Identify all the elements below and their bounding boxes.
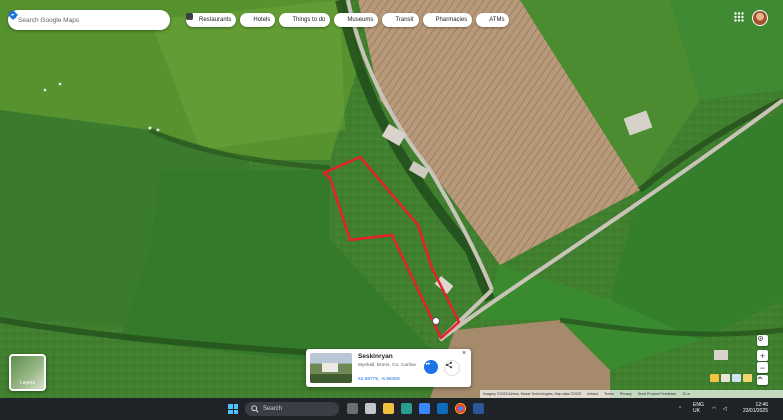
satellite-map[interactable]: Search Google Maps Restaurants Hotels Th… xyxy=(0,0,783,398)
chip-pharmacies[interactable]: Pharmacies xyxy=(186,13,473,27)
category-chips: Restaurants Hotels Things to do Museums … xyxy=(186,13,510,27)
account-avatar[interactable] xyxy=(752,10,768,26)
edge-icon[interactable] xyxy=(401,403,412,414)
chip-atms[interactable]: ATMs xyxy=(186,13,510,27)
wifi-icon[interactable]: ◠ xyxy=(712,406,716,412)
search-input[interactable]: Search Google Maps xyxy=(18,17,134,24)
chip-museums[interactable]: Museums xyxy=(186,13,379,27)
map-thumb-icon[interactable] xyxy=(732,374,741,382)
search-icon[interactable] xyxy=(8,10,148,27)
clock-date: 23/01/2025 xyxy=(742,408,768,414)
widgets-icon[interactable] xyxy=(365,403,376,414)
location-target-icon xyxy=(758,336,763,341)
zoom-out-button[interactable]: − xyxy=(757,362,768,373)
chip-things-to-do[interactable]: Things to do xyxy=(186,13,331,27)
store-icon[interactable] xyxy=(419,403,430,414)
satellite-imagery xyxy=(0,0,783,398)
chip-label: Things to do xyxy=(292,17,326,23)
link-ireland[interactable]: Ireland xyxy=(587,392,598,396)
link-privacy[interactable]: Privacy xyxy=(620,392,632,396)
chip-restaurants[interactable]: Restaurants xyxy=(186,13,237,27)
pegman-icon[interactable] xyxy=(710,374,719,382)
close-icon[interactable]: × xyxy=(462,350,466,357)
my-location-button[interactable] xyxy=(757,335,768,346)
chip-label: Museums xyxy=(347,17,374,23)
task-view-icon[interactable] xyxy=(347,403,358,414)
place-card[interactable]: Seskinryan Myshall, Borris, Co. Carlow 5… xyxy=(306,349,471,387)
place-name[interactable]: Seskinryan xyxy=(358,353,393,360)
atm-icon xyxy=(186,14,487,24)
taskbar: Search ⌃ ENG UK ◠ ◁ 12:46 23/01/2025 xyxy=(0,398,783,420)
chip-label: Pharmacies xyxy=(435,17,468,23)
taskbar-search-label: Search xyxy=(263,406,283,412)
link-feedback[interactable]: Send Product Feedback xyxy=(638,392,677,396)
directions-button[interactable] xyxy=(424,360,438,374)
layers-label: Layers xyxy=(19,380,35,386)
place-address: Myshall, Borris, Co. Carlow xyxy=(358,363,416,368)
link-terms[interactable]: Terms xyxy=(604,392,614,396)
search-icon xyxy=(251,405,259,413)
directions-arrow-icon xyxy=(426,362,431,365)
chip-label: Hotels xyxy=(253,17,271,23)
chip-label: Transit xyxy=(395,17,414,23)
chip-hotels[interactable]: Hotels xyxy=(186,13,276,27)
pharmacy-icon xyxy=(186,13,434,24)
bed-icon xyxy=(186,14,251,24)
file-explorer-icon[interactable] xyxy=(383,403,394,414)
imagery-credit: Imagery ©2025 Airbus, Maxar Technologies… xyxy=(483,392,582,396)
scale-label[interactable]: 20 m xyxy=(682,392,690,396)
museum-icon xyxy=(186,13,345,24)
chip-label: Restaurants xyxy=(199,17,232,23)
chrome-icon[interactable] xyxy=(455,403,466,414)
place-thumbnail[interactable] xyxy=(310,353,352,383)
terrain-thumb-icon[interactable] xyxy=(721,374,730,382)
volume-icon[interactable]: ◁ xyxy=(723,406,727,412)
taskbar-search[interactable]: Search xyxy=(245,402,339,416)
tilt-icon[interactable] xyxy=(743,374,752,382)
chip-label: ATMs xyxy=(489,17,505,23)
directions-icon[interactable] xyxy=(8,10,166,27)
map-view-icons xyxy=(710,374,752,382)
search-box[interactable]: Search Google Maps xyxy=(8,10,170,30)
zoom-in-button[interactable]: + xyxy=(757,350,768,361)
expand-chevron-icon[interactable] xyxy=(757,375,768,385)
map-attribution: Imagery ©2025 Airbus, Maxar Technologies… xyxy=(480,390,783,398)
place-coordinates[interactable]: 52.68775, -6.98468 xyxy=(358,377,400,382)
share-icon xyxy=(445,361,453,369)
bus-icon xyxy=(186,13,393,24)
chevron-up-icon[interactable]: ⌃ xyxy=(678,406,682,412)
language-indicator[interactable]: ENG UK xyxy=(693,402,704,414)
lang-region: UK xyxy=(693,408,700,414)
layers-button[interactable]: Layers xyxy=(9,354,46,391)
share-button[interactable] xyxy=(444,360,460,376)
windows-start-button[interactable] xyxy=(228,404,238,414)
outlook-icon[interactable] xyxy=(437,403,448,414)
clock[interactable]: 12:46 23/01/2025 xyxy=(740,402,768,414)
apps-grid-icon[interactable] xyxy=(734,12,744,22)
camera-icon xyxy=(186,14,290,24)
word-icon[interactable] xyxy=(473,403,484,414)
chip-transit[interactable]: Transit xyxy=(186,13,419,27)
